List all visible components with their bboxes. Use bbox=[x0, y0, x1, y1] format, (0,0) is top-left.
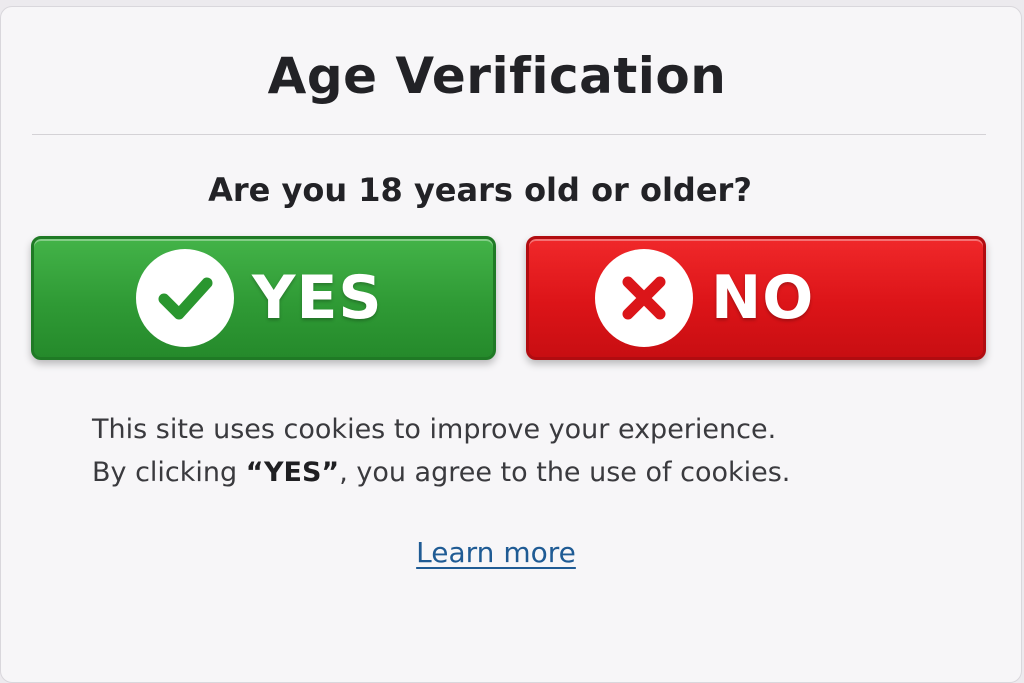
no-button-label: NO bbox=[711, 263, 815, 333]
learn-more-link[interactable]: Learn more bbox=[1, 536, 991, 569]
yes-button-label: YES bbox=[252, 263, 383, 333]
dialog-title: Age Verification bbox=[267, 47, 727, 105]
age-verification-dialog: Age Verification Are you 18 years old or… bbox=[0, 6, 1022, 683]
cookie-notice-line-2: By clicking “YES”, you agree to the use … bbox=[92, 457, 790, 488]
check-icon bbox=[136, 249, 234, 347]
yes-button[interactable]: YES bbox=[31, 236, 496, 360]
cookie-notice-suffix: , you agree to the use of cookies. bbox=[339, 457, 791, 488]
no-button[interactable]: NO bbox=[526, 236, 986, 360]
cookie-notice-yes-emphasis: “YES” bbox=[245, 457, 340, 488]
x-icon bbox=[595, 249, 693, 347]
age-question: Are you 18 years old or older? bbox=[208, 171, 752, 209]
title-divider bbox=[32, 134, 986, 135]
cookie-notice-line-1: This site uses cookies to improve your e… bbox=[92, 414, 777, 445]
cookie-notice-prefix: By clicking bbox=[92, 457, 246, 488]
